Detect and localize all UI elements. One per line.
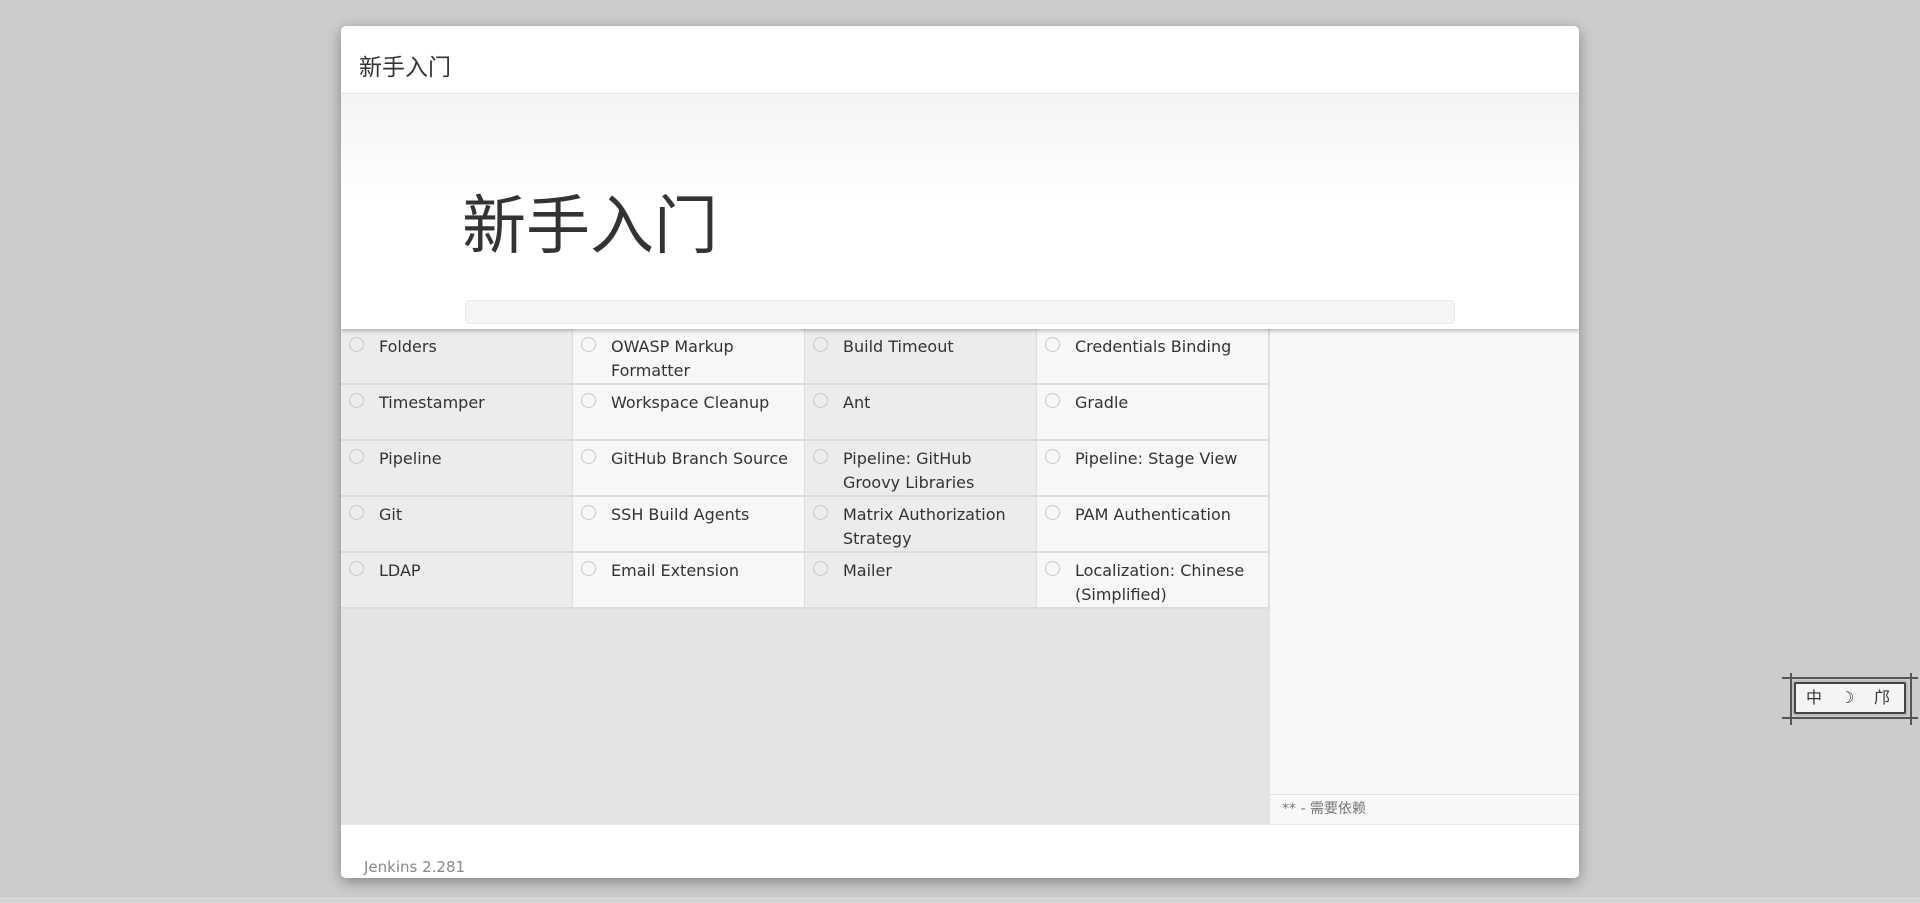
plugin-item: Pipeline [341,441,573,497]
dialog-title: 新手入门 [359,55,451,81]
plugin-item: Email Extension [573,553,805,609]
ime-frame-line [1790,673,1792,725]
status-radio-icon [813,449,828,464]
plugin-name: Workspace Cleanup [611,393,770,412]
plugin-item: OWASP Markup Formatter [573,329,805,385]
plugin-name: Credentials Binding [1075,337,1232,356]
plugin-item: Pipeline: GitHub Groovy Libraries [805,441,1037,497]
plugin-item: Localization: Chinese (Simplified) [1037,553,1269,609]
dependency-legend: ** - 需要依赖 [1270,794,1579,824]
plugin-item: Workspace Cleanup [573,385,805,441]
plugin-item: Ant [805,385,1037,441]
plugin-name: Folders [379,337,437,356]
status-radio-icon [349,337,364,352]
plugin-name: Git [379,505,403,524]
ime-moon-icon[interactable]: ☽ [1840,688,1854,708]
plugin-name: PAM Authentication [1075,505,1231,524]
plugin-name: Mailer [843,561,892,580]
plugin-name: OWASP Markup Formatter [611,337,734,380]
plugin-item: Folders [341,329,573,385]
plugin-name: Pipeline: Stage View [1075,449,1238,468]
ime-frame-line [1782,677,1918,679]
plugin-name: Email Extension [611,561,740,580]
plugin-list-area: Folders OWASP Markup Formatter Build Tim… [341,329,1269,824]
plugin-item: GitHub Branch Source [573,441,805,497]
status-radio-icon [813,337,828,352]
jenkins-version: Jenkins 2.281 [364,858,466,876]
status-radio-icon [1045,561,1060,576]
install-progress-bar [465,300,1455,324]
plugin-name: SSH Build Agents [611,505,750,524]
status-radio-icon [581,561,596,576]
install-log-panel[interactable]: ** - 需要依赖 [1269,329,1579,824]
status-radio-icon [581,393,596,408]
dialog-header: 新手入门 [341,26,1579,94]
plugin-item: SSH Build Agents [573,497,805,553]
plugin-name: Build Timeout [843,337,954,356]
plugin-item: Build Timeout [805,329,1037,385]
ime-frame-line [1782,717,1918,719]
setup-wizard-dialog: 新手入门 新手入门 Folders OWASP Markup Formatter… [341,26,1579,878]
status-radio-icon [349,393,364,408]
status-radio-icon [813,393,828,408]
plugin-name: Ant [843,393,871,412]
status-radio-icon [349,561,364,576]
dialog-footer: Jenkins 2.281 [341,824,1579,878]
status-radio-icon [581,449,596,464]
plugin-name: Matrix Authorization Strategy [843,505,1006,548]
ime-frame-line [1910,673,1912,725]
plugin-item: Pipeline: Stage View [1037,441,1269,497]
plugin-name: GitHub Branch Source [611,449,789,468]
plugin-item: LDAP [341,553,573,609]
status-radio-icon [1045,337,1060,352]
hero-panel: 新手入门 [341,95,1579,329]
ime-settings-icon[interactable]: 邝 [1874,688,1890,708]
plugin-name: Gradle [1075,393,1129,412]
status-radio-icon [1045,393,1060,408]
status-radio-icon [813,505,828,520]
plugin-item: Credentials Binding [1037,329,1269,385]
taskbar-edge [0,897,1920,903]
ime-chinese-mode-icon[interactable]: 中 [1806,688,1822,708]
plugin-item: Git [341,497,573,553]
plugin-name: Localization: Chinese (Simplified) [1075,561,1245,604]
plugin-item: PAM Authentication [1037,497,1269,553]
ime-toolbar[interactable]: 中 ☽ 邝 [1782,673,1918,725]
status-radio-icon [581,505,596,520]
status-radio-icon [349,449,364,464]
plugin-grid: Folders OWASP Markup Formatter Build Tim… [341,329,1269,609]
plugin-name: Timestamper [379,393,485,412]
plugin-item: Mailer [805,553,1037,609]
plugin-item: Matrix Authorization Strategy [805,497,1037,553]
plugin-item: Gradle [1037,385,1269,441]
status-radio-icon [581,337,596,352]
plugin-item: Timestamper [341,385,573,441]
plugin-name: Pipeline: GitHub Groovy Libraries [843,449,975,492]
status-radio-icon [1045,449,1060,464]
hero-title: 新手入门 [462,190,718,264]
install-content: Folders OWASP Markup Formatter Build Tim… [341,329,1579,824]
status-radio-icon [1045,505,1060,520]
status-radio-icon [813,561,828,576]
status-radio-icon [349,505,364,520]
plugin-name: Pipeline [379,449,442,468]
plugin-name: LDAP [379,561,421,580]
